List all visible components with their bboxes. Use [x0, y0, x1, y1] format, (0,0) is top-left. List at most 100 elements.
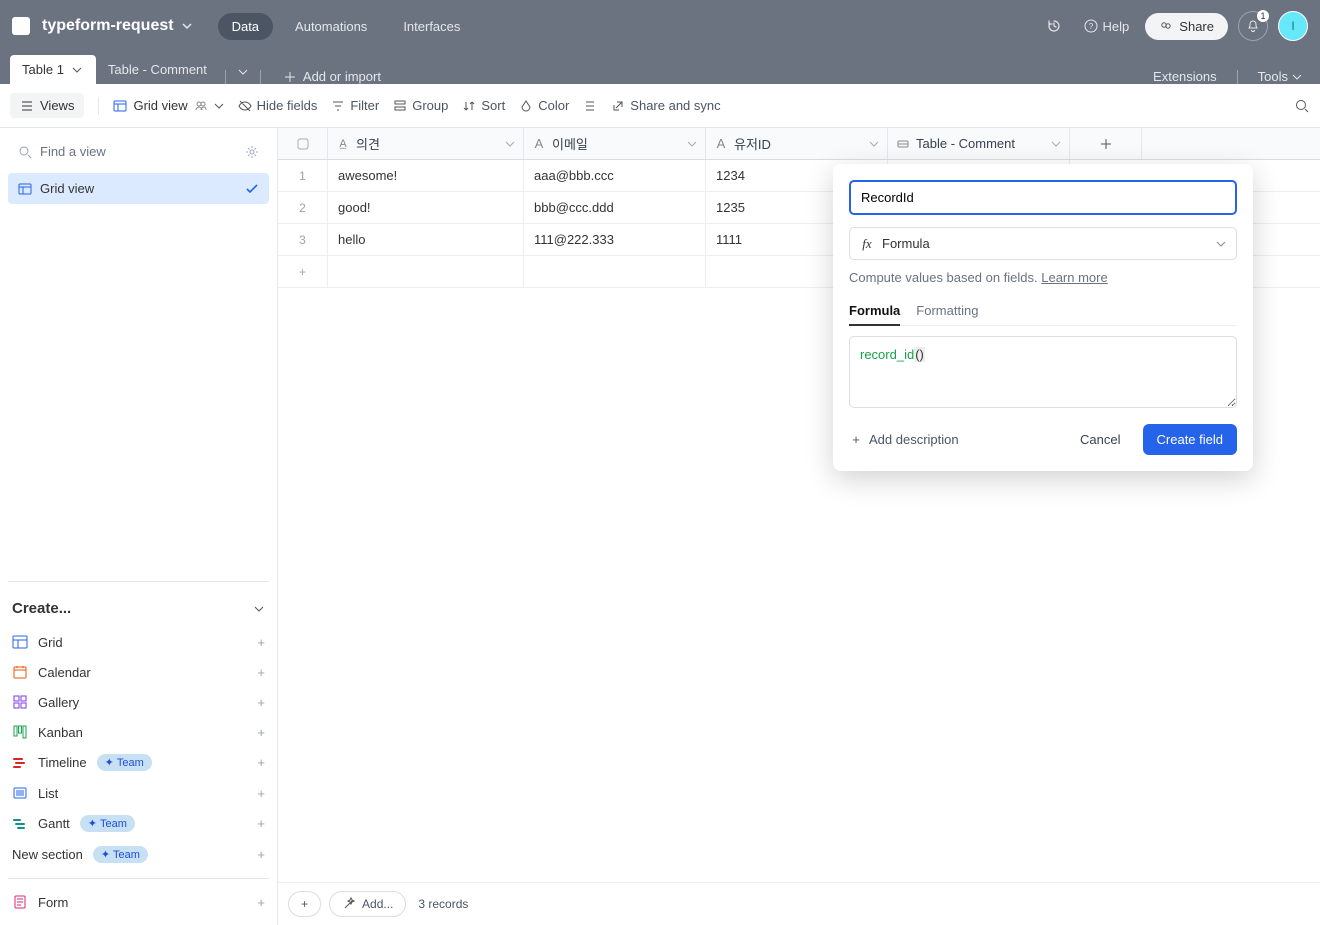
table-tab-other[interactable]: Table - Comment — [96, 55, 219, 84]
create-list[interactable]: List + — [8, 778, 269, 808]
list-icon — [12, 785, 28, 801]
view-toolbar: Views Grid view Hide fields Filter Group… — [0, 84, 1320, 128]
footer-add-menu[interactable]: Add... — [329, 891, 406, 917]
hide-fields-button[interactable]: Hide fields — [238, 98, 318, 113]
divider — [1237, 70, 1238, 84]
hide-fields-label: Hide fields — [257, 98, 318, 113]
notifications-button[interactable]: 1 — [1238, 11, 1268, 41]
create-section-toggle[interactable]: Create... — [8, 594, 269, 627]
column-header-userid[interactable]: A 유저ID — [706, 128, 888, 159]
current-view-name[interactable]: Grid view — [113, 98, 223, 113]
user-avatar[interactable]: I — [1278, 11, 1308, 41]
chevron-down-icon[interactable] — [1051, 139, 1061, 149]
create-grid[interactable]: Grid + — [8, 627, 269, 657]
extensions-button[interactable]: Extensions — [1153, 69, 1217, 84]
create-form[interactable]: Form + — [8, 887, 269, 917]
cell[interactable]: awesome! — [328, 160, 524, 191]
cell[interactable]: 111@222.333 — [524, 224, 706, 255]
cell[interactable]: bbb@ccc.ddd — [524, 192, 706, 223]
sort-button[interactable]: Sort — [462, 98, 505, 113]
footer-add-label: Add... — [362, 897, 393, 911]
views-panel-toggle[interactable]: Views — [10, 93, 84, 118]
nav-tab-data[interactable]: Data — [218, 13, 273, 40]
column-header-email[interactable]: A 이메일 — [524, 128, 706, 159]
footer-add-record[interactable]: + — [288, 891, 321, 917]
column-header-comment[interactable]: Table - Comment — [888, 128, 1070, 159]
create-gantt[interactable]: Gantt ✦ Team + — [8, 808, 269, 839]
history-button[interactable] — [1040, 14, 1068, 38]
wand-icon — [342, 897, 356, 911]
search-button[interactable] — [1294, 98, 1310, 114]
record-count: 3 records — [418, 897, 468, 911]
share-label: Share — [1179, 19, 1214, 34]
column-label: Table - Comment — [916, 136, 1015, 151]
chevron-down-icon — [214, 101, 224, 111]
create-item-label: New section — [12, 847, 83, 862]
view-item-label: Grid view — [40, 181, 94, 196]
cell[interactable]: aaa@bbb.ccc — [524, 160, 706, 191]
create-gallery[interactable]: Gallery + — [8, 687, 269, 717]
chevron-down-icon[interactable] — [687, 139, 697, 149]
create-timeline[interactable]: Timeline ✦ Team + — [8, 747, 269, 778]
chevron-down-icon — [70, 63, 84, 77]
create-new-section[interactable]: New section ✦ Team + — [8, 839, 269, 870]
tools-button[interactable]: Tools — [1258, 69, 1302, 84]
share-button[interactable]: Share — [1145, 13, 1228, 40]
cell[interactable]: hello — [328, 224, 524, 255]
table-tab-active[interactable]: Table 1 — [10, 55, 96, 84]
row-number[interactable]: 3 — [278, 224, 328, 255]
nav-tab-automations[interactable]: Automations — [281, 13, 381, 40]
view-item-grid[interactable]: Grid view — [8, 173, 269, 204]
cell[interactable]: good! — [328, 192, 524, 223]
settings-icon[interactable] — [245, 145, 259, 159]
field-name-input[interactable] — [849, 180, 1237, 215]
help-button[interactable]: ? Help — [1078, 15, 1136, 38]
calendar-icon — [12, 664, 28, 680]
share-sync-button[interactable]: Share and sync — [611, 98, 720, 113]
column-header-opinion[interactable]: A̲ 의견 — [328, 128, 524, 159]
svg-text:?: ? — [1088, 22, 1093, 31]
plus-icon: + — [257, 665, 265, 680]
text-icon: A — [532, 137, 546, 151]
color-button[interactable]: Color — [519, 98, 569, 113]
tab-formula[interactable]: Formula — [849, 297, 900, 326]
table-tabs-dropdown[interactable] — [232, 60, 254, 84]
group-button[interactable]: Group — [393, 98, 448, 113]
chevron-down-icon[interactable] — [505, 139, 515, 149]
select-all-checkbox[interactable] — [278, 128, 328, 159]
find-view-input[interactable]: Find a view — [8, 136, 269, 167]
create-kanban[interactable]: Kanban + — [8, 717, 269, 747]
base-name-dropdown[interactable]: typeform-request — [42, 17, 194, 35]
formula-icon: fx — [860, 237, 874, 251]
plus-icon: + — [278, 256, 328, 287]
row-height-button[interactable] — [583, 99, 597, 113]
grid-icon — [18, 182, 32, 196]
create-item-label: Timeline — [38, 755, 87, 770]
grid-footer: + Add... 3 records — [278, 882, 1320, 925]
cancel-button[interactable]: Cancel — [1068, 424, 1132, 455]
row-number[interactable]: 2 — [278, 192, 328, 223]
add-description-label: Add description — [869, 432, 959, 447]
table-tab-label: Table 1 — [22, 62, 64, 77]
create-calendar[interactable]: Calendar + — [8, 657, 269, 687]
create-field-button[interactable]: Create field — [1143, 424, 1237, 455]
formula-editor[interactable]: record_id() ⋰ — [849, 336, 1237, 408]
nav-tab-interfaces[interactable]: Interfaces — [389, 13, 474, 40]
timeline-icon — [12, 755, 28, 771]
gallery-icon — [12, 694, 28, 710]
plus-icon: + — [257, 695, 265, 710]
create-item-label: Form — [38, 895, 68, 910]
create-item-label: Kanban — [38, 725, 83, 740]
add-description-button[interactable]: + Add description — [849, 432, 959, 447]
add-import-button[interactable]: Add or import — [273, 69, 391, 84]
grid-icon — [12, 634, 28, 650]
row-number[interactable]: 1 — [278, 160, 328, 191]
filter-button[interactable]: Filter — [331, 98, 379, 113]
learn-more-link[interactable]: Learn more — [1041, 270, 1107, 285]
field-type-select[interactable]: fx Formula — [849, 227, 1237, 260]
people-icon — [194, 99, 208, 113]
color-label: Color — [538, 98, 569, 113]
chevron-down-icon[interactable] — [869, 139, 879, 149]
tab-formatting[interactable]: Formatting — [916, 297, 978, 325]
add-field-button[interactable] — [1070, 128, 1142, 159]
